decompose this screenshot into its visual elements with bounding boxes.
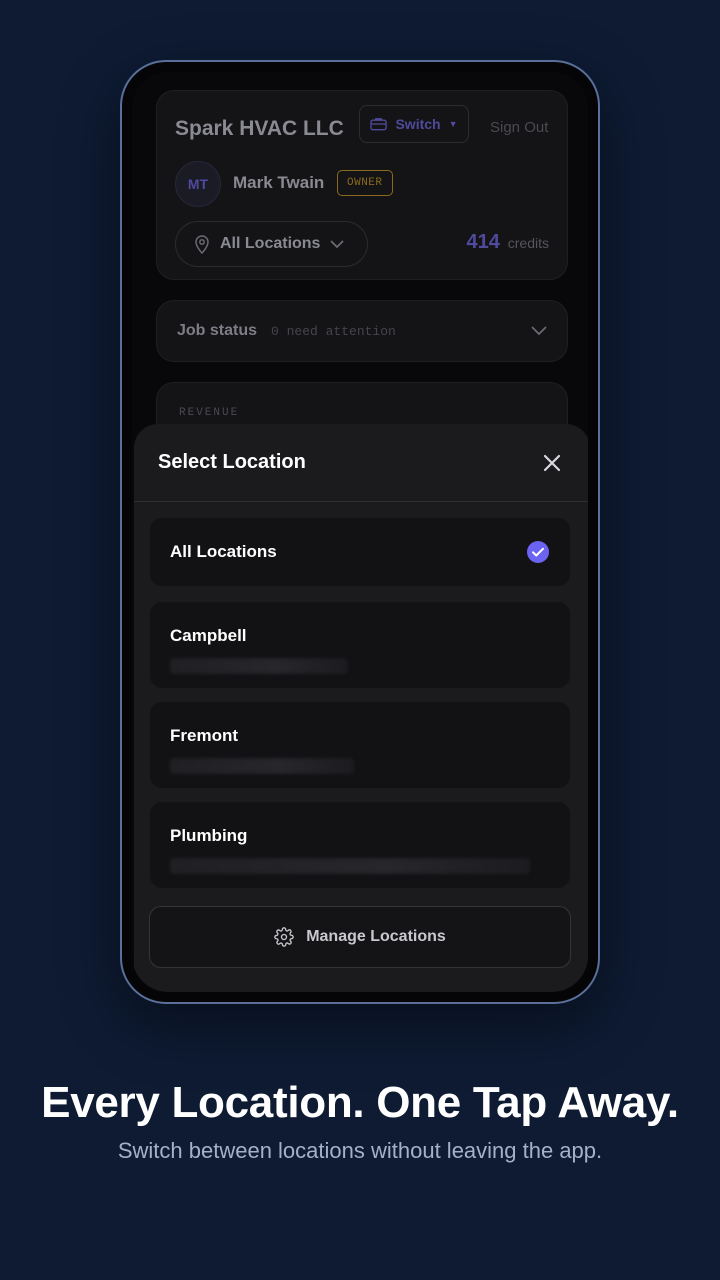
promo-subline: Switch between locations without leaving… xyxy=(117,1138,603,1163)
location-option-label: Campbell xyxy=(170,626,247,645)
close-button[interactable] xyxy=(538,449,566,477)
credits-label: credits xyxy=(507,235,549,251)
location-filter-button[interactable]: All Locations xyxy=(175,221,368,267)
job-status-card[interactable]: Job status 0 need attention xyxy=(156,300,568,362)
location-option-label: Plumbing xyxy=(170,826,248,845)
account-header: Spark HVAC LLC Switch ▼ Sign Out MT Mark… xyxy=(156,90,568,280)
user-name: Mark Twain xyxy=(233,173,325,192)
credits-display: 414 credits xyxy=(467,231,550,254)
phone-frame: Spark HVAC LLC Switch ▼ Sign Out MT Mark… xyxy=(120,60,600,1004)
check-circle-icon xyxy=(527,541,549,563)
briefcase-icon xyxy=(370,118,388,131)
location-option-all[interactable]: All Locations xyxy=(150,518,570,586)
chevron-down-icon xyxy=(330,239,345,248)
location-option-label: Fremont xyxy=(170,726,238,745)
revenue-label: REVENUE xyxy=(179,407,240,419)
location-option-label: All Locations xyxy=(170,542,277,561)
manage-locations-label: Manage Locations xyxy=(306,928,446,945)
location-option-fremont[interactable]: Fremont xyxy=(150,702,570,788)
address-redacted xyxy=(170,758,354,774)
close-icon xyxy=(543,454,561,471)
job-status-title: Job status xyxy=(177,322,258,339)
avatar[interactable]: MT xyxy=(175,161,221,207)
select-location-sheet: Select Location All Locations Campbell F… xyxy=(134,424,588,992)
switch-label: Switch xyxy=(395,116,441,132)
promo-headline: Every Location. One Tap Away. xyxy=(41,1078,679,1127)
company-name: Spark HVAC LLC xyxy=(175,117,344,140)
sheet-header: Select Location xyxy=(134,424,588,502)
location-option-plumbing[interactable]: Plumbing xyxy=(150,802,570,888)
manage-locations-button[interactable]: Manage Locations xyxy=(149,906,571,968)
sheet-title: Select Location xyxy=(158,451,306,473)
address-redacted xyxy=(170,658,348,674)
map-pin-icon xyxy=(195,235,209,254)
role-badge: OWNER xyxy=(337,170,393,196)
location-option-campbell[interactable]: Campbell xyxy=(150,602,570,688)
credits-value: 414 xyxy=(466,231,500,253)
switch-account-button[interactable]: Switch ▼ xyxy=(359,105,469,143)
job-status-subtitle: 0 need attention xyxy=(271,323,396,339)
location-filter-label: All Locations xyxy=(220,235,321,252)
app-screen: Spark HVAC LLC Switch ▼ Sign Out MT Mark… xyxy=(132,72,588,992)
sign-out-link[interactable]: Sign Out xyxy=(490,119,548,136)
chevron-down-icon xyxy=(531,326,547,336)
address-redacted xyxy=(170,858,530,874)
caret-down-icon: ▼ xyxy=(448,119,458,129)
gear-icon xyxy=(274,927,294,947)
